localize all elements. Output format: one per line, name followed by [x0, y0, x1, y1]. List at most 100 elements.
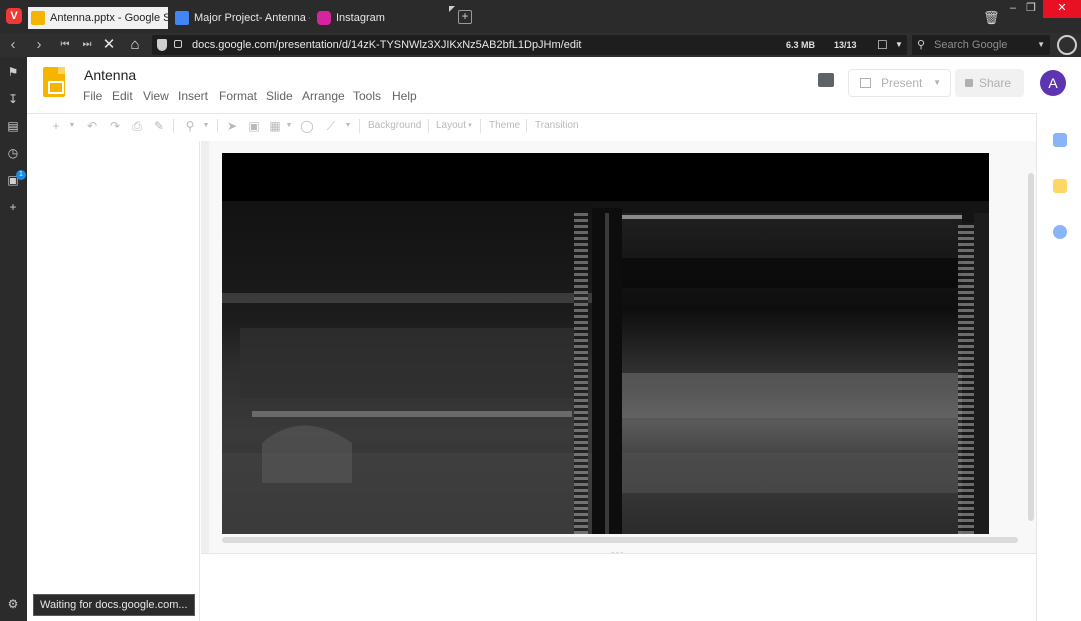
home-icon[interactable]: ⌂ — [125, 35, 145, 55]
document-title[interactable]: Antenna — [84, 67, 136, 83]
undo-icon[interactable]: ↶ — [84, 118, 100, 134]
slide-image[interactable] — [222, 153, 989, 534]
download-icon[interactable]: ↧ — [6, 92, 20, 106]
forward-icon[interactable]: › — [29, 35, 49, 55]
tab-bar: V Antenna.pptx - Google Slid Major Proje… — [0, 0, 1081, 33]
search-input[interactable]: ⚲ Search Google ▼ — [912, 35, 1050, 55]
layout-button[interactable]: Layout — [436, 118, 466, 134]
transition-button[interactable]: Transition — [535, 118, 579, 134]
toolbar-divider — [217, 119, 218, 133]
url-text[interactable]: docs.google.com/presentation/d/14zK-TYSN… — [192, 35, 581, 55]
new-slide-icon[interactable]: + — [49, 118, 63, 134]
bookmark-icon[interactable]: ☐ — [877, 35, 888, 55]
new-tab-button[interactable]: + — [458, 10, 472, 24]
spectrogram-image — [222, 153, 989, 534]
tab-antenna-slides[interactable]: Antenna.pptx - Google Slid — [28, 7, 168, 29]
slide-filmstrip[interactable] — [27, 141, 200, 621]
shield-icon[interactable] — [157, 39, 167, 51]
menu-arrange[interactable]: Arrange — [302, 89, 345, 103]
print-icon[interactable]: ⎙ — [129, 118, 145, 134]
tab-stack-icon[interactable] — [449, 6, 455, 12]
search-placeholder: Search Google — [934, 39, 1008, 51]
present-button[interactable]: Present ▼ — [848, 69, 951, 97]
toolbar-top-border — [27, 113, 1036, 114]
speaker-notes-area[interactable] — [201, 553, 1036, 621]
history-icon[interactable]: ◷ — [6, 146, 20, 160]
search-icon: ⚲ — [917, 39, 926, 51]
load-count: 13/13 — [834, 40, 857, 50]
menu-tools[interactable]: Tools — [353, 89, 381, 103]
vivaldi-logo-icon[interactable]: V — [6, 8, 22, 24]
keep-icon[interactable] — [1053, 179, 1067, 193]
shape-icon[interactable]: ◯ — [299, 118, 315, 134]
menu-insert[interactable]: Insert — [178, 89, 208, 103]
image-icon[interactable]: ▦ — [267, 118, 283, 134]
present-icon — [860, 78, 871, 88]
paint-format-icon[interactable]: ✎ — [151, 118, 167, 134]
bookmarks-icon[interactable]: ⚑ — [6, 65, 20, 79]
chevron-down-icon[interactable]: ▼ — [895, 35, 903, 55]
menu-file[interactable]: File — [83, 89, 102, 103]
comments-icon[interactable] — [818, 73, 834, 87]
background-button[interactable]: Background — [368, 118, 421, 134]
address-bar: ‹ › ⏮ ⏭ ✕ ⌂ docs.google.com/presentation… — [0, 33, 1081, 57]
zoom-icon[interactable]: ⚲ — [182, 118, 198, 134]
trash-icon[interactable]: 🗑 — [983, 10, 1000, 28]
lock-icon[interactable] — [174, 40, 182, 48]
fast-forward-icon[interactable]: ⏭ — [77, 35, 97, 55]
close-window-button[interactable]: ✕ — [1043, 0, 1081, 18]
menu-slide[interactable]: Slide — [266, 89, 293, 103]
horizontal-scrollbar[interactable] — [222, 537, 1018, 543]
text-box-icon[interactable]: ▣ — [246, 118, 262, 134]
calendar-icon[interactable] — [1053, 133, 1067, 147]
chevron-down-icon[interactable]: ▼ — [201, 118, 211, 134]
menu-edit[interactable]: Edit — [112, 89, 133, 103]
page-size: 6.3 MB — [786, 40, 816, 50]
vivaldi-side-panel: ⚑ ↧ ▤ ◷ ▣ 1 + ⚙ — [0, 57, 27, 621]
loading-status: Waiting for docs.google.com... — [33, 594, 195, 616]
account-avatar[interactable]: A — [1040, 70, 1066, 96]
notes-icon[interactable]: ▤ — [6, 119, 20, 133]
chevron-down-icon[interactable]: ▼ — [1037, 35, 1045, 55]
menu-format[interactable]: Format — [219, 89, 257, 103]
docs-icon — [175, 11, 189, 25]
toolbar-divider — [359, 119, 360, 133]
redo-icon[interactable]: ↷ — [107, 118, 123, 134]
restore-button[interactable]: ❐ — [1023, 0, 1039, 18]
tab-instagram[interactable]: Instagram — [314, 7, 434, 29]
vertical-scrollbar[interactable] — [1028, 173, 1034, 521]
share-button[interactable]: Share — [955, 69, 1024, 97]
notification-badge: 1 — [16, 170, 26, 180]
tasks-icon[interactable] — [1053, 225, 1067, 239]
chevron-down-icon[interactable]: ▼ — [933, 70, 941, 96]
rewind-icon[interactable]: ⏮ — [55, 35, 75, 55]
select-cursor-icon[interactable]: ➤ — [225, 118, 239, 134]
toolbar-divider — [173, 119, 174, 133]
menu-help[interactable]: Help — [392, 89, 417, 103]
settings-gear-icon[interactable]: ⚙ — [6, 597, 20, 611]
theme-button[interactable]: Theme — [489, 118, 520, 134]
line-icon[interactable]: ⟋ — [323, 118, 339, 134]
minimize-button[interactable]: – — [1005, 0, 1021, 18]
slides-icon — [31, 11, 45, 25]
instagram-icon — [317, 11, 331, 25]
chevron-down-icon[interactable]: ▼ — [284, 118, 294, 134]
tab-title: Antenna.pptx - Google Slid — [50, 12, 168, 24]
url-field[interactable]: docs.google.com/presentation/d/14zK-TYSN… — [152, 35, 907, 55]
google-slides-app: Antenna File Edit View Insert Format Sli… — [27, 57, 1081, 621]
side-apps-panel — [1036, 113, 1081, 621]
chevron-down-icon[interactable]: ▼ — [67, 118, 77, 134]
tab-major-project[interactable]: Major Project- Antenna - G — [172, 7, 310, 29]
back-icon[interactable]: ‹ — [3, 35, 23, 55]
stop-loading-icon[interactable]: ✕ — [99, 35, 119, 55]
chevron-down-icon[interactable]: ▼ — [343, 118, 353, 134]
profile-avatar[interactable] — [1057, 35, 1077, 55]
present-label: Present — [881, 76, 923, 90]
slides-logo-icon[interactable] — [43, 67, 65, 97]
tab-title: Major Project- Antenna - G — [194, 12, 310, 24]
menu-view[interactable]: View — [143, 89, 169, 103]
tab-title: Instagram — [336, 12, 385, 24]
add-panel-icon[interactable]: + — [6, 200, 20, 214]
lock-icon — [965, 79, 973, 87]
chevron-down-icon[interactable]: ▼ — [466, 118, 474, 134]
